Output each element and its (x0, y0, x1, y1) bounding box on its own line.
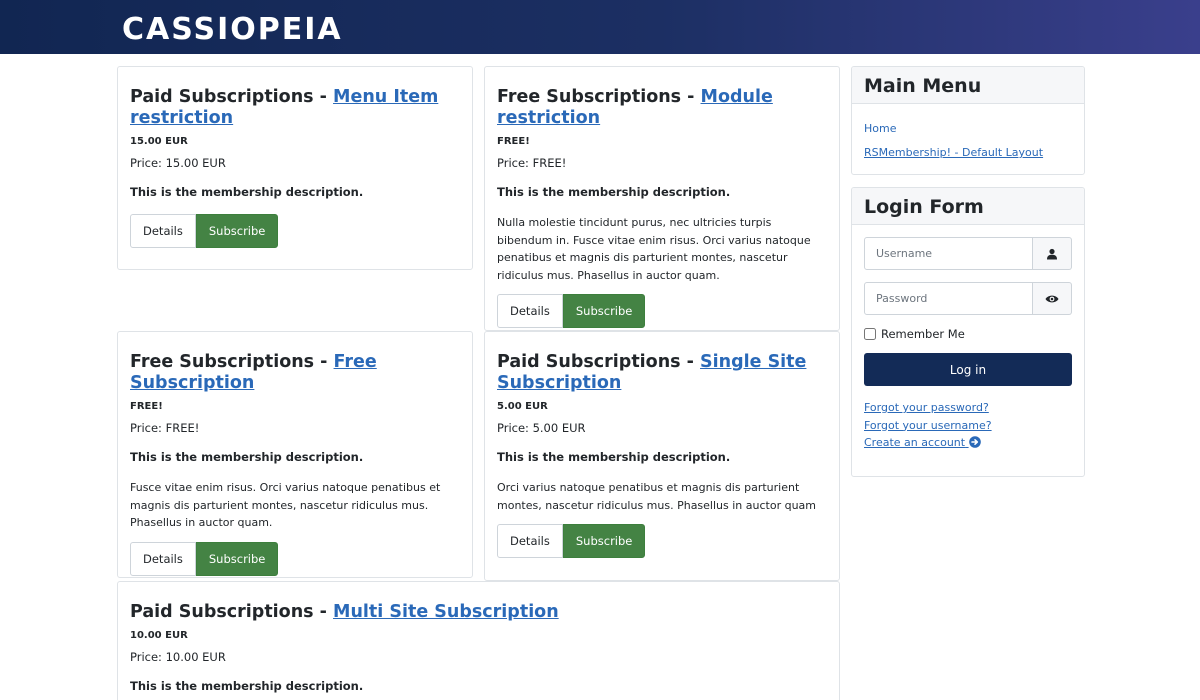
card-title-prefix: Paid Subscriptions - (130, 602, 334, 622)
card-desc-bold: This is the membership description. (497, 185, 731, 199)
card-title-prefix: Free Subscriptions - (130, 352, 334, 372)
card-buttons: Details Subscribe (497, 294, 827, 328)
subscription-card: Paid Subscriptions - Menu Item restricti… (117, 66, 473, 270)
card-title-prefix: Paid Subscriptions - (130, 87, 334, 107)
card-desc-bold: This is the membership description. (130, 185, 364, 199)
remember-me[interactable]: Remember Me (864, 327, 1072, 341)
login-button[interactable]: Log in (864, 353, 1072, 386)
eye-icon[interactable] (1033, 282, 1072, 315)
card-price: Price: 5.00 EUR (497, 421, 586, 435)
password-group (864, 282, 1072, 315)
card-desc-bold: This is the membership description. (130, 679, 364, 693)
create-account-label: Create an account (864, 436, 966, 449)
menu-item-home[interactable]: Home (864, 122, 1072, 136)
menu-item-rsmembership[interactable]: RSMembership! - Default Layout (864, 146, 1072, 160)
card-buttons: Details Subscribe (130, 541, 460, 576)
card-price: Price: FREE! (497, 156, 567, 170)
card-desc: Orci varius natoque penatibus et magnis … (497, 481, 816, 512)
subscription-card: Free Subscriptions - Module restriction … (484, 66, 840, 331)
card-desc: Fusce vitae enim risus. Orci varius nato… (130, 481, 441, 529)
forgot-password-link[interactable]: Forgot your password? (864, 399, 1072, 417)
details-button[interactable]: Details (497, 524, 563, 558)
subscribe-button[interactable]: Subscribe (562, 524, 646, 558)
username-input[interactable] (864, 237, 1033, 270)
site-brand[interactable]: CASSIOPEIA (122, 12, 343, 48)
card-price: Price: FREE! (130, 421, 200, 435)
forgot-username-link[interactable]: Forgot your username? (864, 417, 1072, 435)
card-price: Price: 10.00 EUR (130, 650, 226, 664)
password-input[interactable] (864, 282, 1033, 315)
remember-me-checkbox[interactable] (864, 328, 876, 340)
details-button[interactable]: Details (130, 541, 196, 576)
arrow-circle-right-icon (968, 436, 981, 448)
card-price: Price: 15.00 EUR (130, 156, 226, 170)
card-buttons: Details Subscribe (130, 214, 460, 248)
main-menu-title: Main Menu (852, 67, 1084, 104)
card-title: Paid Subscriptions - Multi Site Subscrip… (130, 602, 827, 623)
username-group (864, 237, 1072, 270)
card-price-bold: 5.00 EUR (497, 401, 548, 412)
login-form-module: Login Form Remember Me Log in Forgot you… (851, 187, 1085, 477)
card-buttons: Details Subscribe (497, 524, 827, 558)
subscription-card: Paid Subscriptions - Single Site Subscri… (484, 331, 840, 581)
card-price-bold: FREE! (497, 136, 530, 147)
subscription-card: Free Subscriptions - Free Subscription F… (117, 331, 473, 578)
card-price-bold: 10.00 EUR (130, 630, 188, 641)
card-title-link[interactable]: Multi Site Subscription (333, 602, 559, 622)
card-price-bold: 15.00 EUR (130, 136, 188, 147)
card-price-bold: FREE! (130, 401, 163, 412)
card-title-prefix: Free Subscriptions - (497, 87, 701, 107)
main-menu-list: Home RSMembership! - Default Layout (852, 104, 1084, 174)
main-menu-module: Main Menu Home RSMembership! - Default L… (851, 66, 1085, 175)
site-header: CASSIOPEIA (0, 0, 1200, 54)
remember-me-label: Remember Me (881, 327, 965, 341)
login-form-title: Login Form (852, 188, 1084, 225)
card-title: Paid Subscriptions - Single Site Subscri… (497, 352, 827, 394)
subscribe-button[interactable]: Subscribe (195, 541, 279, 576)
details-button[interactable]: Details (497, 294, 563, 328)
user-icon (1033, 237, 1072, 270)
login-form-body: Remember Me Log in Forgot your password?… (852, 225, 1084, 462)
card-title: Free Subscriptions - Free Subscription (130, 352, 460, 394)
details-button[interactable]: Details (130, 214, 196, 248)
subscribe-button[interactable]: Subscribe (195, 214, 279, 248)
card-title: Free Subscriptions - Module restriction (497, 87, 827, 129)
card-title-prefix: Paid Subscriptions - (497, 352, 701, 372)
card-desc: Nulla molestie tincidunt purus, nec ultr… (497, 216, 811, 282)
card-title: Paid Subscriptions - Menu Item restricti… (130, 87, 460, 129)
card-desc-bold: This is the membership description. (130, 450, 364, 464)
subscription-card: Paid Subscriptions - Multi Site Subscrip… (117, 581, 840, 700)
card-desc-bold: This is the membership description. (497, 450, 731, 464)
create-account-link[interactable]: Create an account (864, 434, 1072, 452)
subscribe-button[interactable]: Subscribe (562, 294, 646, 328)
